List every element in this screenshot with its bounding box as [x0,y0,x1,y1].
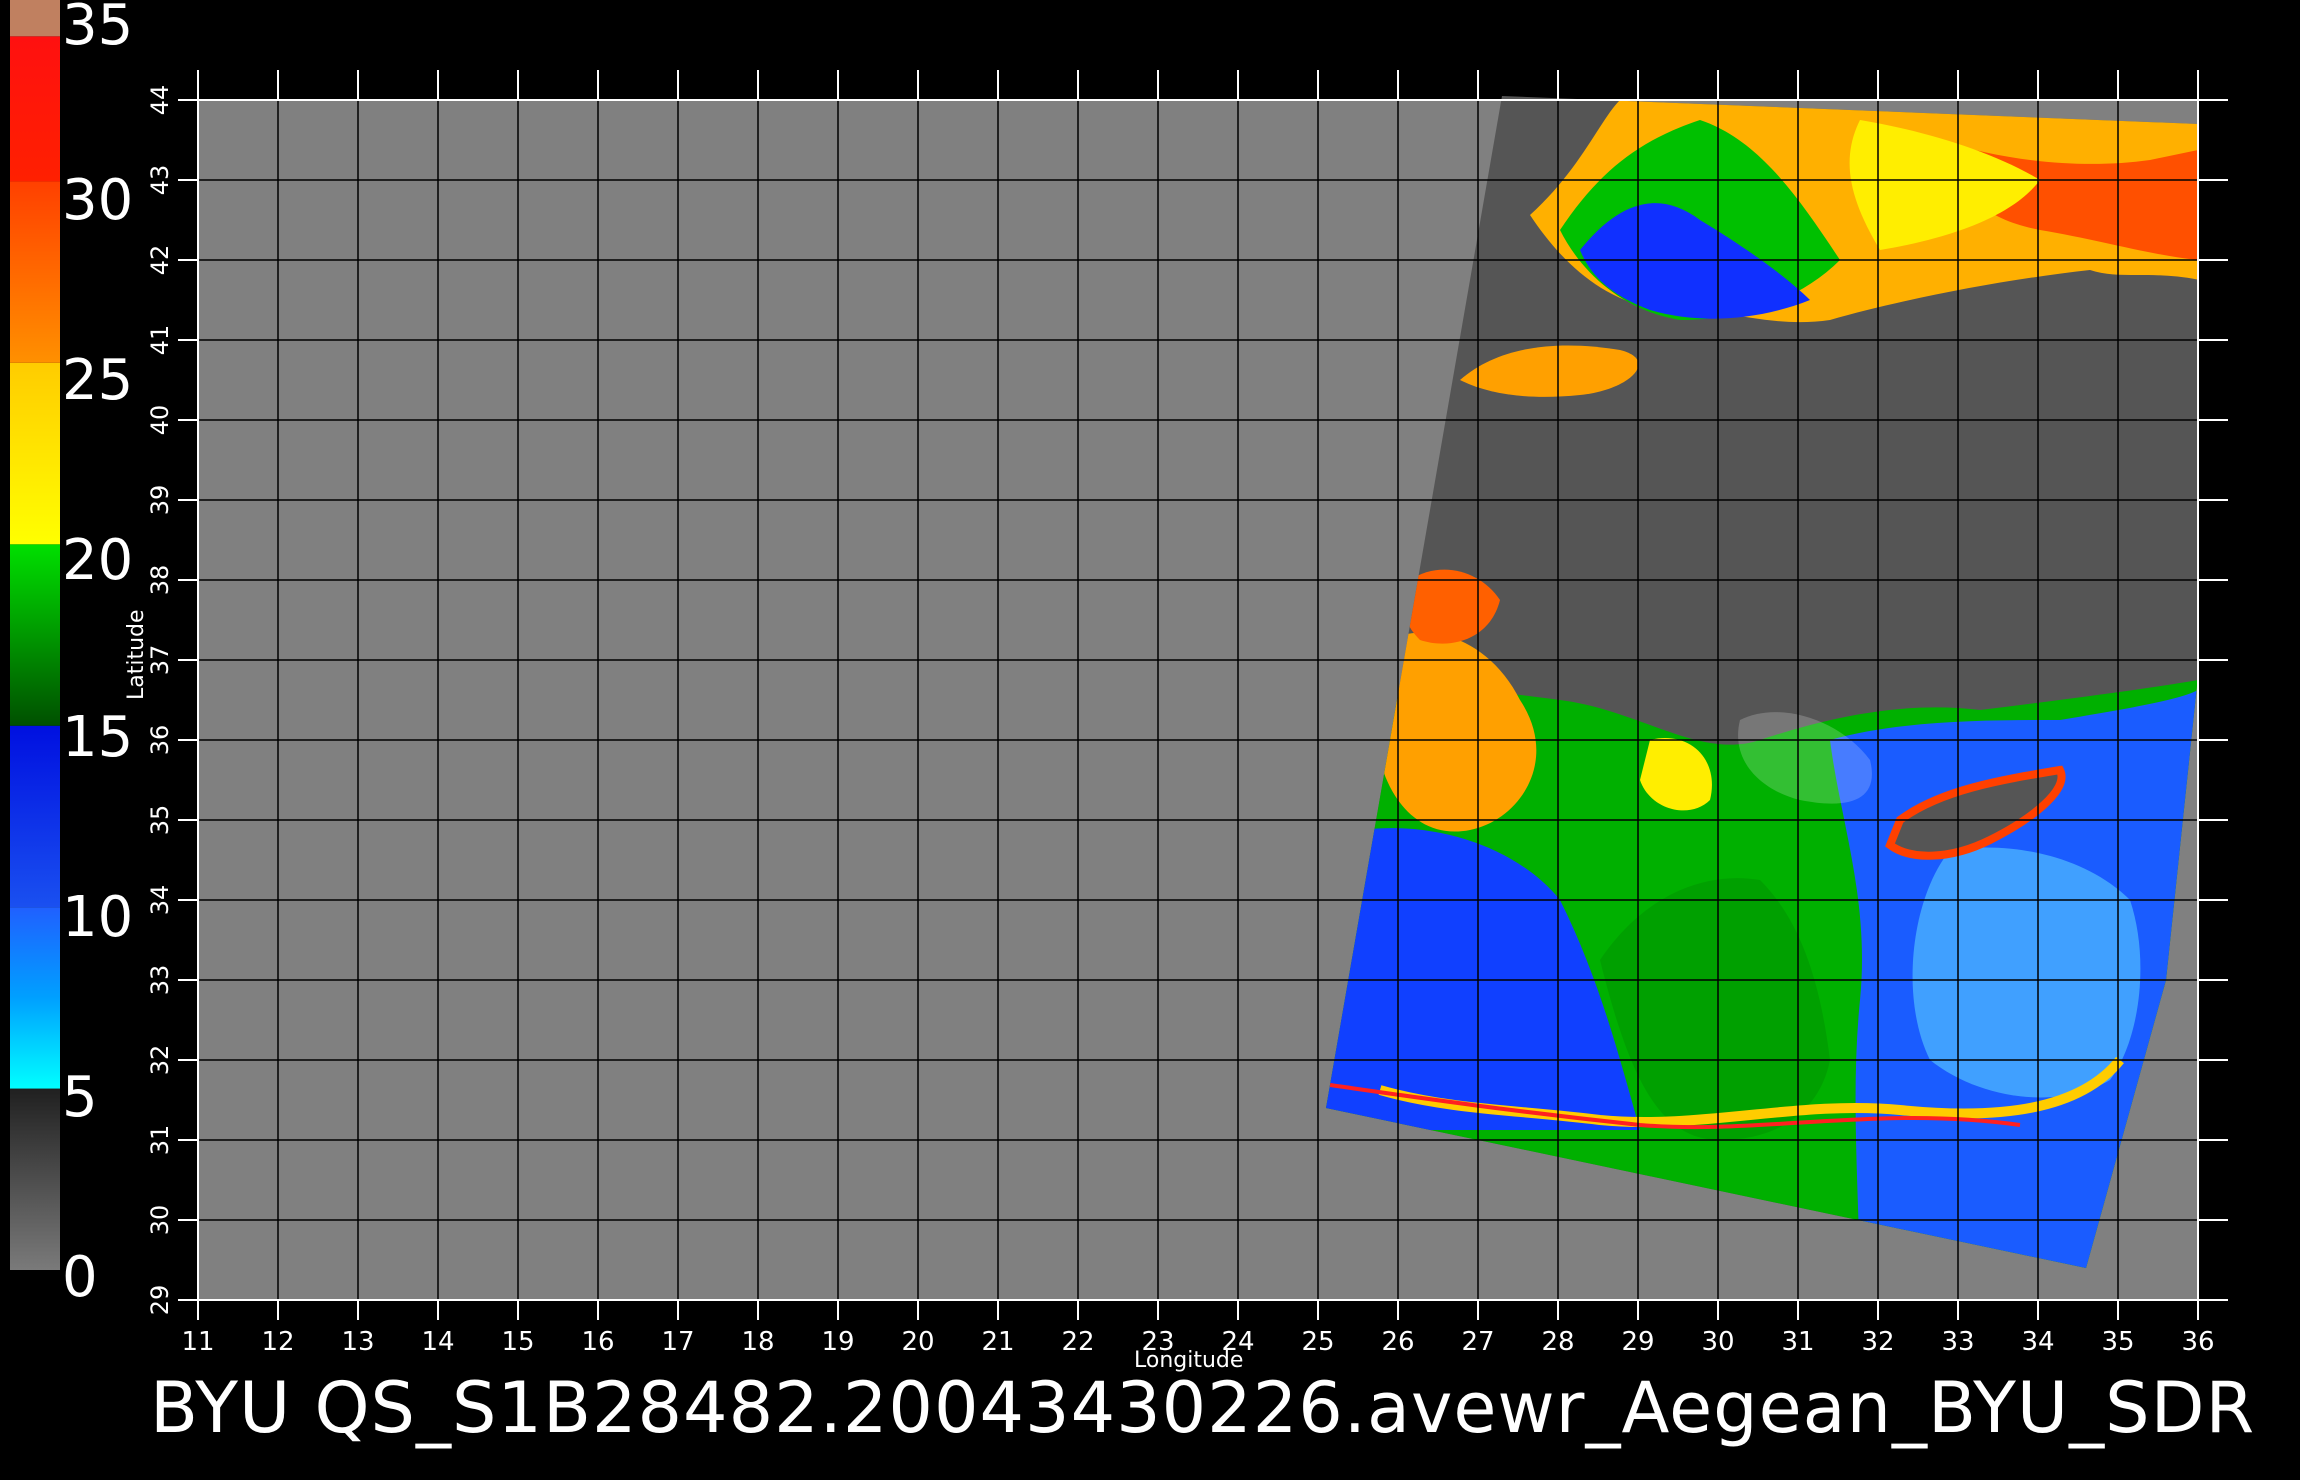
longitude-tick-label: 12 [261,1327,294,1357]
y-axis-title: Latitude [124,609,149,700]
latitude-tick-label: 33 [146,965,174,996]
longitude-tick-label: 30 [1701,1327,1734,1357]
latitude-tick-label: 41 [146,325,174,356]
latitude-tick-label: 43 [146,165,174,196]
image-title: BYU QS_S1B28482.20043430226.avewr_Aegean… [150,1367,2256,1449]
longitude-tick-label: 11 [181,1327,214,1357]
longitude-tick-label: 21 [981,1327,1014,1357]
longitude-tick-label: 17 [661,1327,694,1357]
latitude-tick-label: 37 [146,645,174,676]
latitude-tick-label: 40 [146,405,174,436]
longitude-tick-label: 22 [1061,1327,1094,1357]
latitude-tick-label: 42 [146,245,174,276]
latitude-tick-label: 44 [146,85,174,116]
latitude-tick-label: 35 [146,805,174,836]
latitude-tick-label: 39 [146,485,174,516]
latitude-tick-label: 31 [146,1125,174,1156]
longitude-tick-label: 25 [1301,1327,1334,1357]
longitude-tick-label: 36 [2181,1327,2214,1357]
latitude-tick-label: 34 [146,885,174,916]
longitude-tick-label: 33 [1941,1327,1974,1357]
longitude-tick-label: 29 [1621,1327,1654,1357]
longitude-tick-label: 18 [741,1327,774,1357]
latitude-tick-labels: 29 30 31 32 33 34 35 36 37 38 39 40 41 42 43 44 [146,85,174,1316]
wind-speed-map: 11 12 13 14 15 16 17 18 19 20 21 22 23 24 25 26 27 28 29 30… [146,70,2228,1357]
longitude-tick-label: 32 [1861,1327,1894,1357]
latitude-tick-label: 38 [146,565,174,596]
longitude-tick-label: 27 [1461,1327,1494,1357]
longitude-tick-label: 34 [2021,1327,2054,1357]
latitude-tick-label: 29 [146,1285,174,1316]
longitude-tick-label: 31 [1781,1327,1814,1357]
longitude-tick-label: 14 [421,1327,454,1357]
latitude-tick-label: 36 [146,725,174,756]
longitude-tick-label: 20 [901,1327,934,1357]
latitude-tick-label: 30 [146,1205,174,1236]
longitude-tick-label: 26 [1381,1327,1414,1357]
longitude-tick-label: 15 [501,1327,534,1357]
longitude-tick-label: 28 [1541,1327,1574,1357]
longitude-tick-label: 13 [341,1327,374,1357]
longitude-tick-label: 16 [581,1327,614,1357]
longitude-tick-label: 19 [821,1327,854,1357]
longitude-tick-label: 35 [2101,1327,2134,1357]
latitude-tick-label: 32 [146,1045,174,1076]
